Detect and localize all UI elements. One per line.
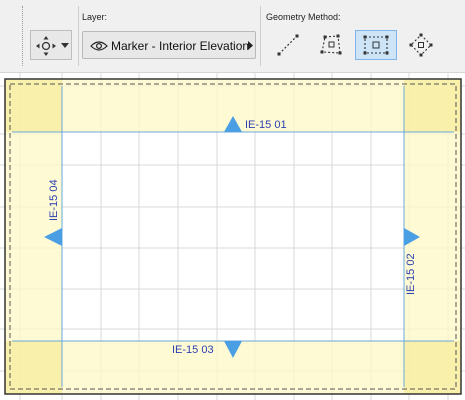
drawing-canvas[interactable]: IE-15 01 IE-15 02 IE-15 03 IE-15 04 [0,73,465,400]
marker-left-label: IE-15 04 [48,179,60,221]
rotated-rectangle-method-icon [409,33,433,57]
polygon-method-icon [320,34,342,55]
geometry-rectangle-button[interactable] [355,30,397,60]
geometry-polygon-button[interactable] [314,30,348,60]
marker-top-label: IE-15 01 [245,119,287,131]
geometry-method-label: Geometry Method: [266,12,341,22]
toolbar-separator [260,6,261,66]
rectangle-method-icon [363,35,389,55]
origin-point-dropdown[interactable] [30,30,72,60]
toolbar-separator [78,6,79,66]
chevron-down-icon [61,43,69,48]
layer-selector[interactable]: Marker - Interior Elevation [82,31,256,59]
geometry-line-button[interactable] [271,30,305,60]
line-method-icon [277,34,299,56]
eye-icon [90,41,108,51]
room-interior [62,132,404,341]
layer-selected-value: Marker - Interior Elevation [111,39,250,53]
marker-right-label: IE-15 02 [405,253,417,295]
geometry-rotated-rectangle-button[interactable] [404,30,438,60]
chevron-right-icon [248,41,253,50]
move-origin-icon [36,36,56,56]
toolbar: Layer: Marker - Interior Elevation Geome… [0,0,465,73]
toolbar-grip[interactable] [22,6,25,66]
layer-section-label: Layer: [82,12,108,22]
marker-bottom-label: IE-15 03 [172,344,214,356]
